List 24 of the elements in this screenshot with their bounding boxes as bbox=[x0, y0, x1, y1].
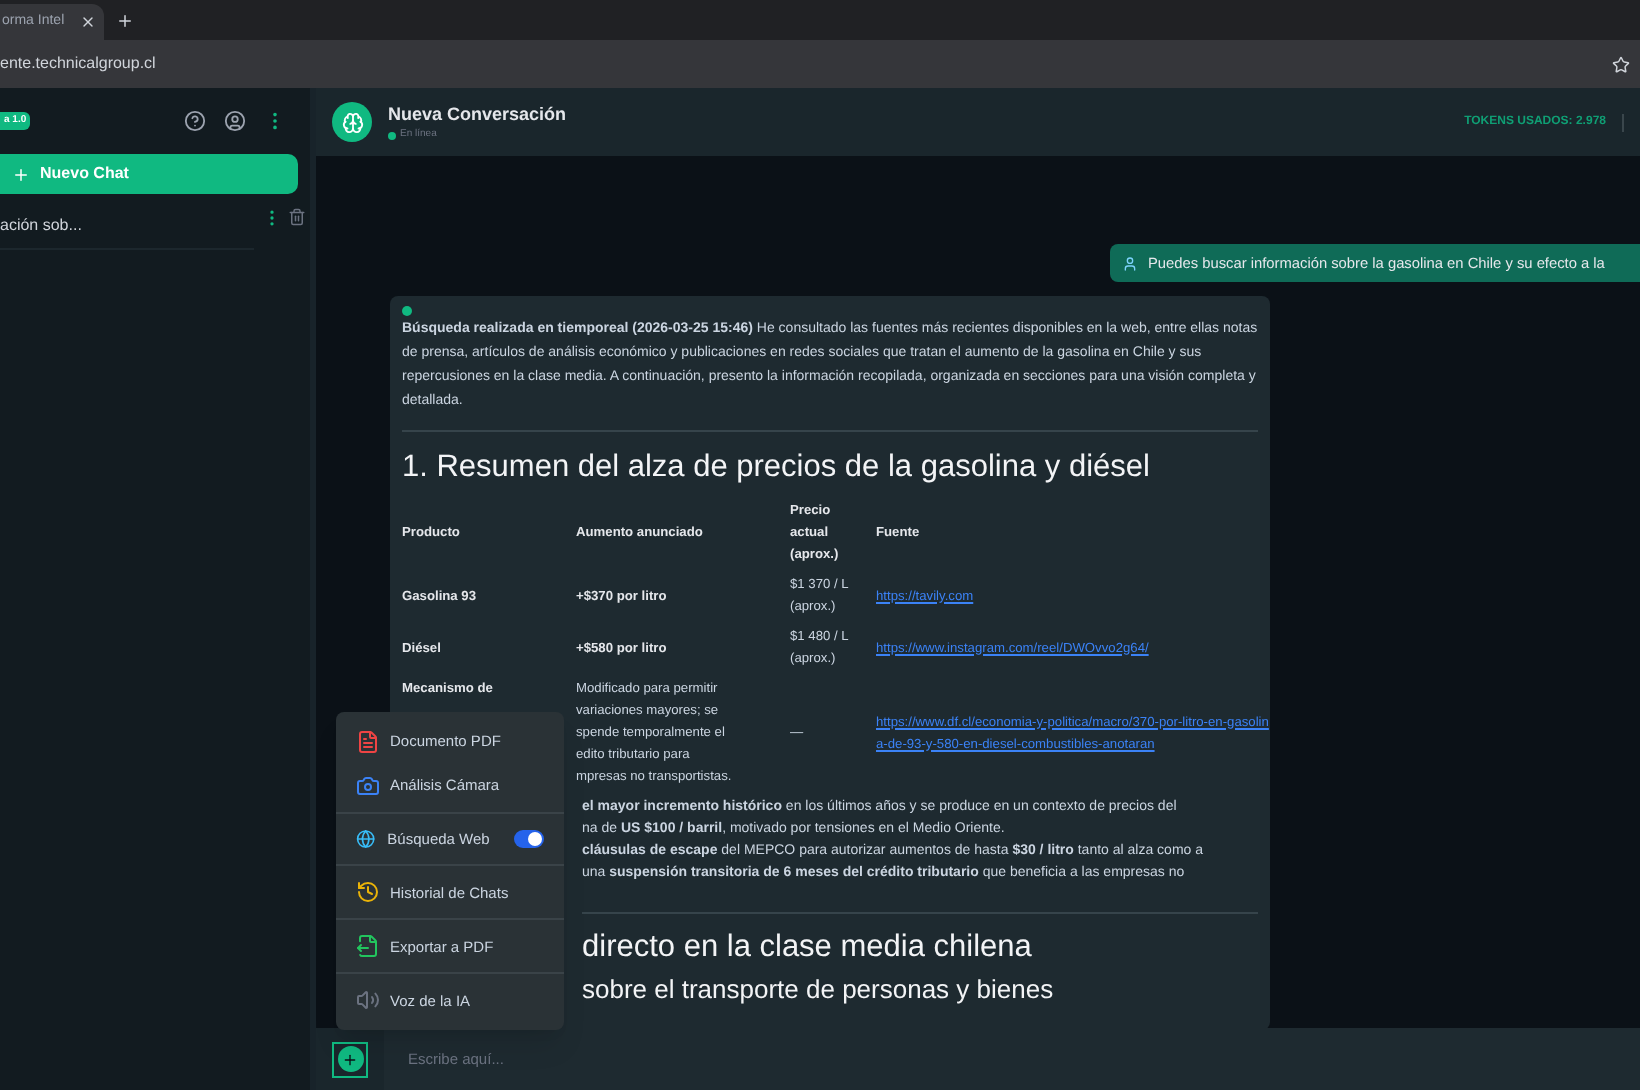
section-heading: 1. Resumen del alza de precios de la gasolina y diésel bbox=[402, 448, 1152, 488]
trash-icon[interactable] bbox=[288, 208, 306, 226]
user-icon bbox=[1122, 255, 1138, 271]
history-icon bbox=[356, 880, 380, 905]
plus-icon bbox=[12, 165, 30, 183]
new-tab-icon[interactable] bbox=[116, 12, 134, 30]
user-icon[interactable] bbox=[224, 110, 246, 132]
file-icon bbox=[356, 730, 380, 754]
file-export-icon bbox=[356, 934, 380, 959]
toggle-switch[interactable] bbox=[513, 830, 544, 849]
brain-icon bbox=[341, 111, 363, 133]
close-icon[interactable] bbox=[80, 14, 96, 30]
chat-item[interactable]: ación sob... bbox=[0, 213, 82, 237]
speaker-icon bbox=[356, 988, 380, 1013]
camera-icon bbox=[356, 774, 380, 798]
address-bar[interactable]: ente.technicalgroup.cl bbox=[0, 52, 156, 76]
bookmark-star-icon[interactable] bbox=[1612, 55, 1630, 73]
help-icon[interactable] bbox=[184, 110, 206, 132]
attach-button[interactable] bbox=[332, 1041, 368, 1077]
section-heading: directo en la clase media chilena bbox=[582, 928, 1032, 968]
plus-icon bbox=[342, 1051, 358, 1067]
globe-icon bbox=[356, 828, 376, 851]
conversation-title: Nueva Conversación bbox=[388, 101, 567, 127]
subsection-heading: sobre el transporte de personas y bienes bbox=[582, 972, 1054, 1008]
